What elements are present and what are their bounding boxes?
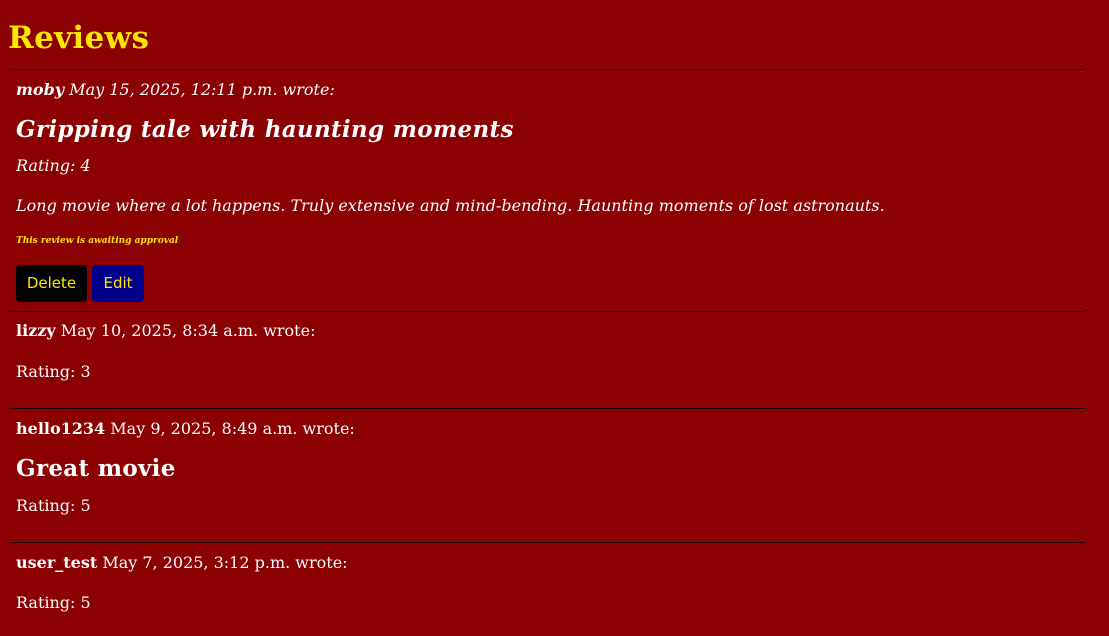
review-date: May 15, 2025, 12:11 p.m.	[69, 80, 278, 99]
review-rating: Rating: 4	[16, 156, 91, 175]
review-author: moby	[16, 80, 65, 99]
review-date: May 9, 2025, 8:49 a.m.	[110, 419, 298, 438]
review-author: hello1234	[16, 419, 106, 438]
review-meta: lizzy May 10, 2025, 8:34 a.m. wrote:	[16, 320, 315, 342]
review-wrote: wrote:	[302, 419, 355, 438]
page-title: Reviews	[8, 20, 150, 56]
divider	[9, 542, 1085, 543]
review-meta: moby May 15, 2025, 12:11 p.m. wrote:	[16, 79, 335, 101]
approval-note: This review is awaiting approval	[16, 236, 179, 246]
review-wrote: wrote:	[282, 80, 335, 99]
review-body: Long movie where a lot happens. Truly ex…	[16, 196, 885, 215]
review-author: user_test	[16, 553, 98, 572]
review-meta: user_test May 7, 2025, 3:12 p.m. wrote:	[16, 552, 348, 574]
divider	[9, 408, 1085, 409]
divider	[9, 311, 1085, 312]
review-date: May 10, 2025, 8:34 a.m.	[60, 321, 259, 340]
review-wrote: wrote:	[295, 553, 348, 572]
review-date: May 7, 2025, 3:12 p.m.	[102, 553, 291, 572]
review-rating: Rating: 5	[16, 496, 91, 515]
review-author: lizzy	[16, 321, 56, 340]
review-rating: Rating: 5	[16, 593, 91, 612]
review-wrote: wrote:	[263, 321, 316, 340]
review-rating: Rating: 3	[16, 362, 91, 381]
review-title: Great movie	[16, 455, 176, 482]
edit-button[interactable]: Edit	[92, 265, 144, 302]
review-meta: hello1234 May 9, 2025, 8:49 a.m. wrote:	[16, 418, 355, 440]
review-title: Gripping tale with haunting moments	[16, 116, 514, 143]
delete-button[interactable]: Delete	[16, 265, 87, 302]
divider	[9, 69, 1085, 70]
